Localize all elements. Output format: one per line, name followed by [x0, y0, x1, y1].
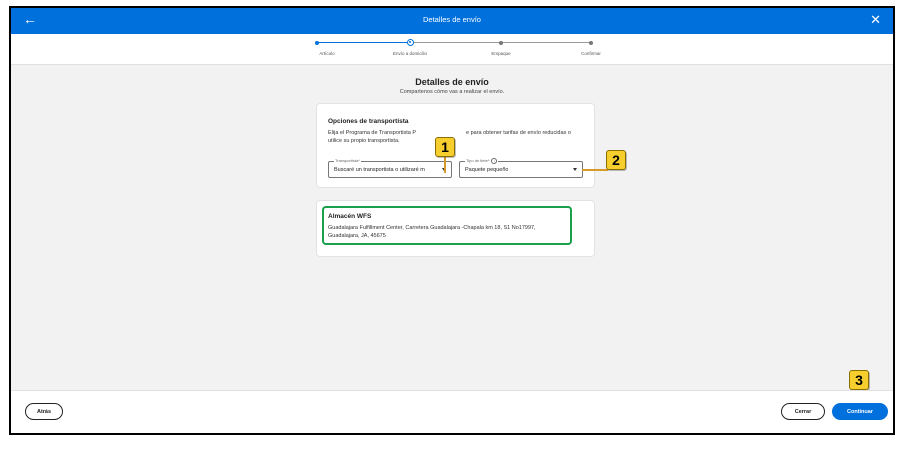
carrier-description-end: e para obtener tarifas de envío reducida…	[466, 130, 571, 136]
carrier-description-line2: utilice su propio transportista.	[328, 138, 400, 144]
freight-type-select[interactable]: Tipo de flete* i Paquete pequeño	[459, 158, 583, 178]
carrier-select[interactable]: Transportista* Buscaré un transportista …	[328, 158, 452, 178]
app-window: ← Detalles de envío ✕ Artículo Envío a d…	[9, 6, 895, 435]
page-subtitle: Compartenos cómo vas a realizar el envío…	[399, 89, 505, 95]
close-icon[interactable]: ✕	[870, 12, 881, 28]
freight-type-label: Tipo de flete* i	[465, 158, 499, 164]
footer-bar: Atrás Cerrar Continuar	[11, 390, 893, 433]
callout-badge-2: 2	[606, 150, 626, 170]
step-label-empaque: Empaque	[491, 51, 511, 56]
step-dot-envio	[407, 39, 414, 46]
step-dot-empaque	[499, 40, 503, 45]
step-dot-confirmar	[589, 40, 593, 45]
carrier-options-card: Opciones de transportista Elija el Progr…	[316, 103, 595, 188]
page-title: Detalles de envío	[415, 77, 489, 87]
header-bar: ← Detalles de envío ✕	[11, 8, 893, 34]
close-button[interactable]: Cerrar	[781, 403, 825, 420]
freight-type-value: Paquete pequeño	[465, 167, 509, 173]
step-label-envio: Envío a domicilio	[392, 51, 428, 56]
warehouse-highlight	[322, 206, 572, 245]
callout-1-pointer	[444, 155, 446, 173]
back-button[interactable]: Atrás	[25, 403, 63, 420]
carrier-options-title: Opciones de transportista	[328, 118, 409, 125]
progress-stepper: Artículo Envío a domicilio Empaque Confi…	[11, 34, 893, 65]
step-dot-articulo	[315, 40, 319, 45]
step-label-confirmar: Confirmar	[581, 51, 601, 56]
carrier-select-value: Buscaré un transportista o utilizaré m	[334, 167, 425, 173]
info-icon[interactable]: i	[491, 158, 498, 164]
stepper-track	[317, 42, 593, 44]
header-title: Detalles de envío	[423, 15, 481, 24]
continue-button[interactable]: Continuar	[832, 403, 888, 420]
step-label-articulo: Artículo	[319, 51, 335, 56]
chevron-down-icon	[573, 168, 577, 171]
carrier-select-label: Transportista*	[334, 158, 361, 163]
carrier-description-start: Elija el Programa de Transportista P	[328, 130, 417, 136]
callout-badge-3: 3	[849, 370, 869, 390]
callout-2-pointer	[582, 169, 608, 171]
callout-badge-1: 1	[435, 137, 455, 157]
